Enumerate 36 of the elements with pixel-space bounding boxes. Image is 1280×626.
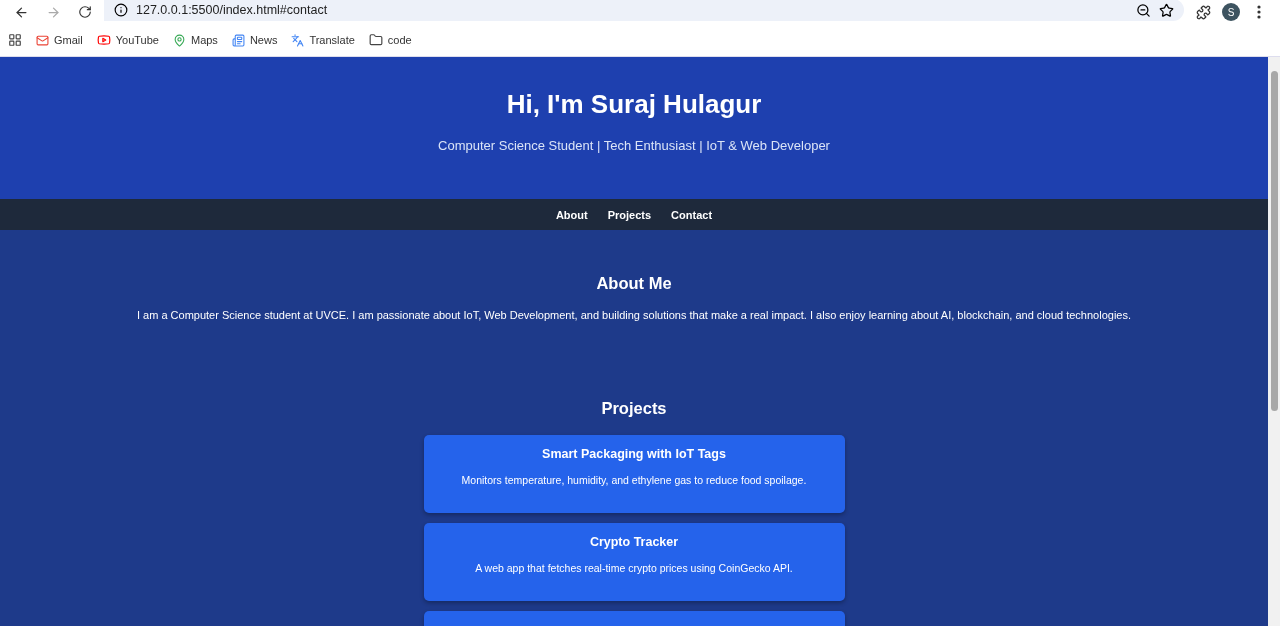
puzzle-icon [1195, 4, 1211, 20]
zoom-out-icon[interactable] [1136, 2, 1151, 18]
project-description: A web app that fetches real-time crypto prices using CoinGecko API. [475, 562, 793, 574]
page-title: Hi, I'm Suraj Hulagur [506, 89, 762, 120]
section-heading: About Me [596, 274, 672, 293]
url-text: 127.0.0.1:5500/index.html#contact [136, 3, 329, 17]
bookmark-link[interactable]: News [231, 33, 278, 47]
profile-avatar[interactable]: S [1222, 3, 1240, 21]
map-pin-icon [172, 33, 186, 47]
mail-icon [36, 33, 49, 47]
bookmark-link[interactable]: Translate [291, 33, 355, 47]
translate-icon [291, 33, 305, 47]
about-text: I am a Computer Science student at UVCE. I am passionate about IoT, Web Development, and building solutions that make a real impact. I also enjoy learning about AI, blockchain, and cloud technologies. [136, 309, 1131, 321]
apps-icon[interactable] [8, 33, 22, 47]
star-icon[interactable] [1159, 2, 1174, 18]
info-icon[interactable] [114, 3, 128, 17]
address-bar[interactable]: 127.0.0.1:5500/index.html#contact [104, 0, 1184, 21]
page-subtitle: Computer Science Student | Tech Enthusiast | IoT & Web Developer [438, 138, 830, 153]
bookmark-link[interactable]: Maps [172, 33, 218, 47]
scrollbar[interactable] [1268, 57, 1280, 626]
reload-icon [78, 5, 92, 19]
nav-link[interactable]: Projects [607, 208, 652, 221]
forward-arrow-icon [45, 4, 61, 20]
play-icon [96, 33, 111, 47]
section-heading: Projects [601, 399, 667, 418]
bookmark-link[interactable]: Gmail [36, 33, 83, 47]
project-description: Monitors temperature, humidity, and ethylene gas to reduce food spoilage. [461, 474, 807, 486]
more-icon [1257, 5, 1261, 19]
nav-link[interactable]: About [555, 208, 588, 221]
bookmark-link[interactable]: code [368, 33, 412, 47]
nav-link[interactable]: Contact [671, 208, 713, 221]
project-title: Crypto Tracker [589, 535, 679, 549]
project-title: Smart Packaging with IoT Tags [542, 447, 726, 461]
folder-icon [368, 33, 383, 47]
bookmark-link[interactable]: YouTube [96, 33, 159, 47]
newspaper-icon [231, 33, 245, 47]
